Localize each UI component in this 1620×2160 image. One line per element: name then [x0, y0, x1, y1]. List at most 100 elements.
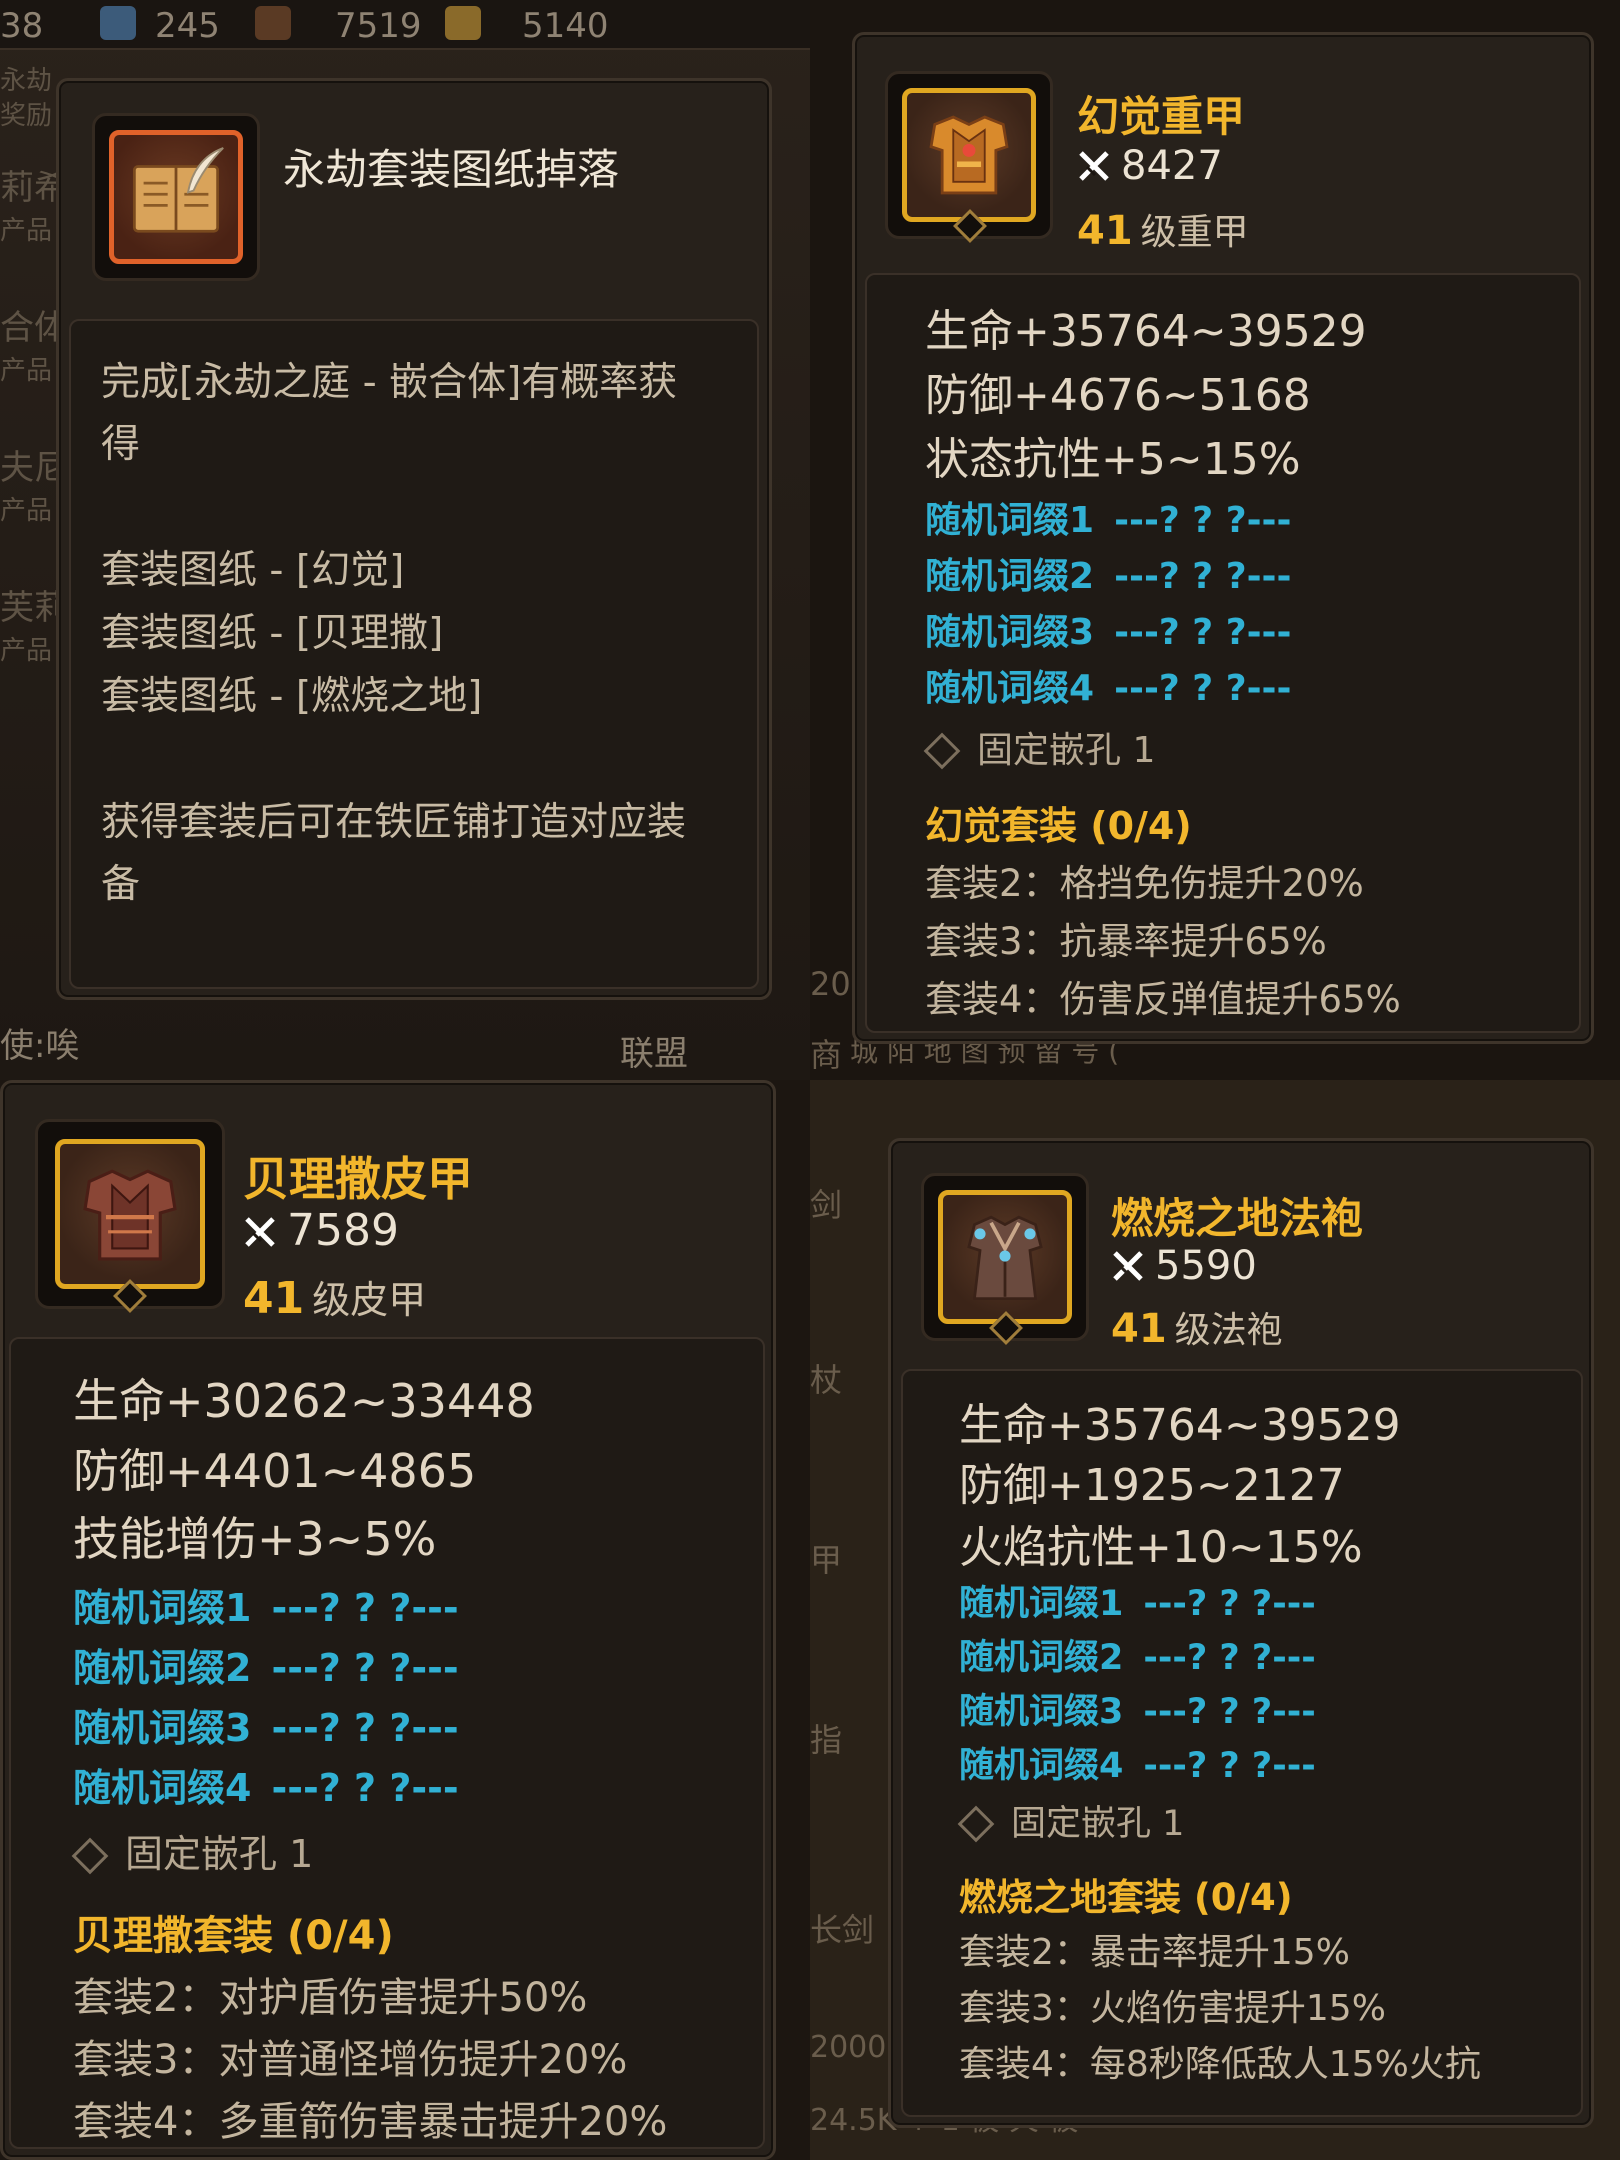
bg-text: 长剑: [810, 1911, 875, 1949]
bg-text: 产品: [0, 356, 53, 386]
random-affix: 随机词缀1 ---? ? ?---: [73, 1586, 459, 1630]
level-type: 级法袍: [1174, 1310, 1283, 1351]
level-number: 41: [243, 1273, 305, 1324]
item-icon-frame: [92, 113, 260, 281]
bg-text: 甲: [810, 1541, 843, 1579]
socket-diamond-icon: [923, 732, 961, 770]
stat-line: 生命+35764~39529: [925, 306, 1367, 357]
tab-alliance[interactable]: 联盟: [620, 1026, 688, 1075]
set-name: 贝理撒套装 (0/4): [73, 1913, 394, 1959]
tooltip-body: 完成[永劫之庭 - 嵌合体]有概率获 得 套装图纸 - [幻觉] 套装图纸 - …: [69, 319, 759, 989]
set-bonus: 套装3：对普通怪增伤提升20%: [73, 2037, 628, 2083]
bg-text: 奖励: [0, 101, 53, 131]
scroll-quill-icon: [109, 130, 243, 264]
level-type: 级皮甲: [312, 1278, 427, 1322]
set-bonus: 套装4：多重箭伤害暴击提升20%: [73, 2099, 668, 2145]
random-affix: 随机词缀2 ---? ? ?---: [959, 1638, 1316, 1678]
resource-count: 38: [0, 6, 44, 46]
random-affix: 随机词缀1 ---? ? ?---: [925, 500, 1292, 541]
level-number: 41: [1077, 208, 1133, 254]
random-affix: 随机词缀1 ---? ? ?---: [959, 1584, 1316, 1624]
bg-text: 指: [810, 1721, 843, 1759]
stats-body: 生命+35764~39529 防御+4676~5168 状态抗性+5~15% 随…: [865, 273, 1581, 1033]
bg-text: 产品: [0, 636, 53, 666]
item-name: 幻觉重甲: [1077, 92, 1246, 141]
crystal-icon: [100, 6, 136, 40]
random-affix: 随机词缀2 ---? ? ?---: [73, 1646, 459, 1690]
bg-text: 产品: [0, 496, 53, 526]
set-bonus: 套装3：火焰伤害提升15%: [959, 1988, 1386, 2029]
socket-line: 固定嵌孔 1: [71, 1823, 313, 1878]
random-affix: 随机词缀3 ---? ? ?---: [925, 612, 1292, 653]
chat-fragment: 使:唉: [0, 1026, 80, 1066]
item-tooltip-panel: 燃烧之地法袍 5590 41 级法袍 生命+35764~39529 防御+1925…: [888, 1138, 1594, 2128]
wood-icon: [255, 6, 291, 40]
socket-diamond-icon: [957, 1805, 995, 1843]
resource-count: 245: [155, 6, 220, 46]
footer-line: 备: [101, 862, 141, 907]
resource-count: 7519: [335, 6, 422, 46]
item-quadrant-leather-armor: 贝理撒皮甲 7589 41 级皮甲 生命+30262~33448 防御+4401~…: [0, 1080, 810, 2160]
random-affix: 随机词缀3 ---? ? ?---: [73, 1706, 459, 1750]
power-value: 8427: [1121, 143, 1223, 189]
item-level: 41 级重甲: [1077, 203, 1249, 255]
tooltip-title: 永劫套装图纸掉落: [283, 145, 620, 194]
item-quadrant-robe: 剑 杖 甲 指 长剑 2000 24.5K + 1 被 火 被 燃烧之地法袍 5…: [810, 1080, 1620, 2160]
combat-power: 5590: [1111, 1243, 1257, 1289]
stat-line: 生命+30262~33448: [73, 1374, 535, 1428]
bg-text: 产品: [0, 216, 53, 246]
power-value: 7589: [287, 1205, 399, 1256]
crossed-swords-icon: [1111, 1247, 1145, 1281]
wheat-icon: [445, 6, 481, 40]
item-tooltip-panel: 幻觉重甲 8427 41 级重甲 生命+35764~39529 防御+4676~5…: [852, 32, 1594, 1044]
combat-power: 7589: [243, 1205, 399, 1256]
stats-body: 生命+35764~39529 防御+1925~2127 火焰抗性+10~15% …: [901, 1369, 1583, 2117]
bg-text: 永劫: [0, 66, 53, 96]
socket-line: 固定嵌孔 1: [923, 721, 1155, 773]
resource-count: 5140: [522, 6, 609, 46]
stat-line: 防御+4401~4865: [73, 1444, 477, 1498]
crossed-swords-icon: [1077, 147, 1111, 181]
power-value: 5590: [1155, 1243, 1257, 1289]
random-affix: 随机词缀2 ---? ? ?---: [925, 556, 1292, 597]
level-type: 级重甲: [1140, 212, 1249, 253]
item-quadrant-heavy-armor: 200 商 城 阳 地 图 预 留 号 ( 幻觉重甲 8427 41 级重甲 生命…: [810, 0, 1620, 1080]
blueprint-line: 套装图纸 - [幻觉]: [101, 548, 405, 593]
heavy-armor-icon: [902, 88, 1036, 222]
item-name: 贝理撒皮甲: [243, 1152, 473, 1206]
set-bonus: 套装3：抗暴率提升65%: [925, 920, 1327, 963]
resource-bar: 38 245 7519 5140: [0, 0, 810, 50]
item-level: 41 级法袍: [1111, 1301, 1283, 1353]
stat-line: 防御+1925~2127: [959, 1460, 1345, 1511]
item-icon-frame: [921, 1173, 1089, 1345]
set-bonus: 套装2：对护盾伤害提升50%: [73, 1975, 588, 2021]
level-number: 41: [1111, 1306, 1167, 1352]
stat-line: 火焰抗性+10~15%: [959, 1522, 1363, 1573]
set-bonus: 套装4：伤害反弹值提升65%: [925, 978, 1401, 1021]
robe-icon: [938, 1190, 1072, 1324]
item-name: 燃烧之地法袍: [1111, 1194, 1364, 1243]
crossed-swords-icon: [243, 1209, 277, 1247]
item-tooltip-panel: 贝理撒皮甲 7589 41 级皮甲 生命+30262~33448 防御+4401~…: [0, 1080, 776, 2160]
socket-line: 固定嵌孔 1: [957, 1795, 1184, 1846]
leather-armor-icon: [55, 1139, 205, 1289]
item-icon-frame: [885, 71, 1053, 243]
random-affix: 随机词缀4 ---? ? ?---: [925, 668, 1292, 709]
drop-info-quadrant: 38 245 7519 5140 永劫 奖励 莉希 产品 合体 产品 夫尼 产品…: [0, 0, 810, 1080]
bg-text: 2000: [810, 2030, 887, 2065]
set-bonus: 套装4：每8秒降低敌人15%火抗: [959, 2044, 1481, 2085]
set-name: 幻觉套装 (0/4): [925, 804, 1192, 848]
combat-power: 8427: [1077, 143, 1223, 189]
bg-text: 杖: [810, 1361, 843, 1399]
description-line: 得: [101, 422, 141, 467]
bg-text: 商: [810, 1036, 843, 1074]
random-affix: 随机词缀4 ---? ? ?---: [73, 1766, 459, 1810]
random-affix: 随机词缀4 ---? ? ?---: [959, 1746, 1316, 1786]
item-level: 41 级皮甲: [243, 1269, 426, 1324]
description-line: 完成[永劫之庭 - 嵌合体]有概率获: [101, 360, 678, 405]
item-icon-frame: [35, 1119, 225, 1313]
set-bonus: 套装2：暴击率提升15%: [959, 1932, 1350, 1973]
blueprint-line: 套装图纸 - [燃烧之地]: [101, 674, 483, 719]
stat-line: 技能增伤+3~5%: [73, 1512, 437, 1566]
stat-line: 防御+4676~5168: [925, 370, 1311, 421]
